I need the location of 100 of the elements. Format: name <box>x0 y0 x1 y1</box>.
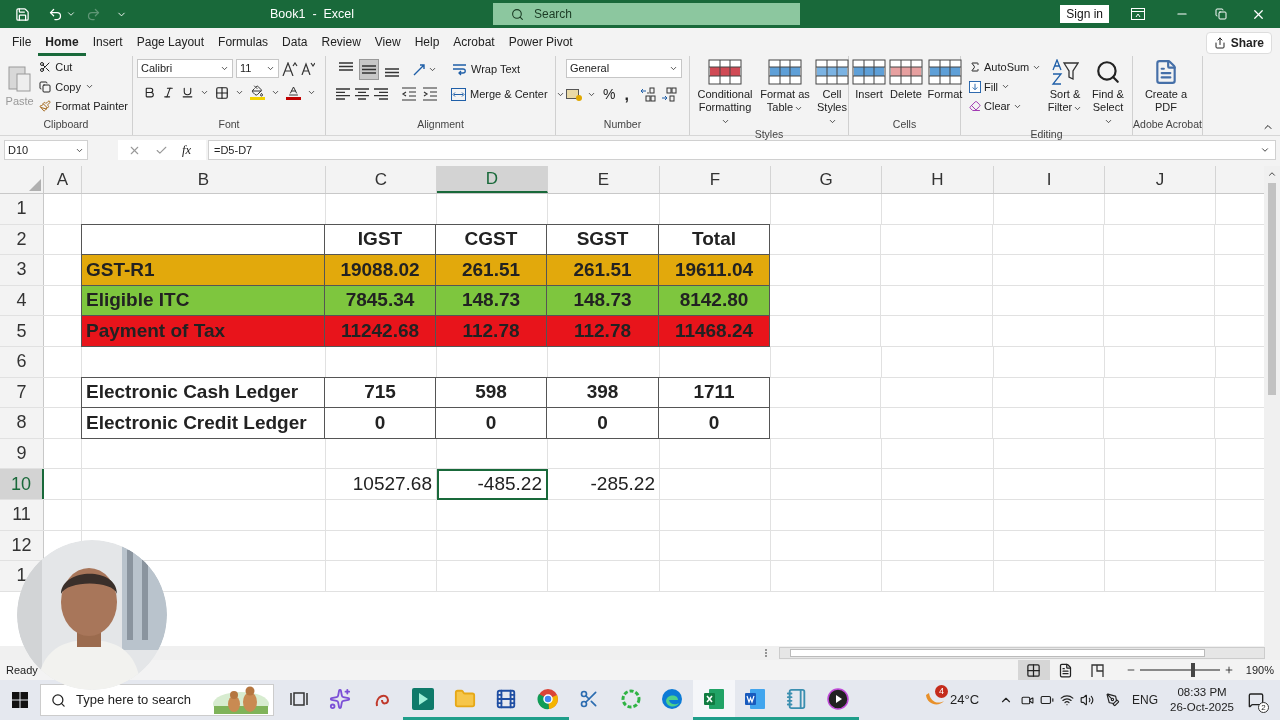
menu-tab[interactable]: Power Pivot <box>501 30 580 56</box>
fill-color-icon[interactable] <box>250 85 265 100</box>
menu-tab[interactable]: Data <box>275 30 315 56</box>
cell-styles-button[interactable]: Cell Styles <box>814 59 850 127</box>
column-header[interactable]: F <box>660 166 771 193</box>
ribbon-display-icon[interactable] <box>1131 8 1145 20</box>
menu-tab[interactable]: View <box>367 30 408 56</box>
underline-icon[interactable] <box>181 86 194 99</box>
wrap-text-button[interactable]: Wrap Text <box>452 61 521 78</box>
cut-button[interactable]: Cut <box>39 59 128 76</box>
row-header[interactable]: 1 <box>0 194 44 224</box>
align-center-icon[interactable] <box>355 88 369 101</box>
share-button[interactable]: Share <box>1205 32 1272 54</box>
delete-button[interactable]: Delete <box>889 59 923 101</box>
row-header[interactable]: 11 <box>0 499 44 530</box>
row-header[interactable]: 7 <box>0 377 44 408</box>
taskbar-search-field[interactable]: Type here to search <box>40 684 274 716</box>
battery-icon[interactable] <box>1040 693 1055 707</box>
percent-button[interactable]: % <box>601 84 618 105</box>
format-painter-button[interactable]: Format Painter <box>39 98 128 115</box>
search-field[interactable]: Search <box>493 3 800 25</box>
grow-font-icon[interactable] <box>282 61 298 76</box>
zoom-slider-thumb[interactable] <box>1190 663 1195 677</box>
insert-button[interactable]: Insert <box>853 59 885 101</box>
bold-icon[interactable] <box>143 86 156 99</box>
view-button[interactable] <box>1017 660 1050 680</box>
menu-tab[interactable]: Acrobat <box>446 30 502 56</box>
font-name-field[interactable]: Calibri <box>137 59 233 78</box>
volume-icon[interactable] <box>1080 693 1095 707</box>
align-left-icon[interactable] <box>336 88 350 101</box>
row-header[interactable]: 12 <box>0 530 44 561</box>
number-format-field[interactable]: General <box>566 59 682 78</box>
merge-center-button[interactable]: Merge & Center <box>451 86 565 103</box>
format-cells-icon <box>928 59 962 85</box>
wifi-icon[interactable] <box>1060 693 1075 707</box>
row-header[interactable]: 9 <box>0 438 44 469</box>
zoom-level[interactable]: 190% <box>1245 661 1274 679</box>
autosum-button[interactable]: AutoSum <box>969 59 1042 76</box>
find-select-button[interactable]: Find & Select <box>1088 59 1128 127</box>
align-right-icon[interactable] <box>374 88 388 101</box>
menu-tab[interactable]: File <box>5 30 39 56</box>
column-header[interactable]: I <box>994 166 1105 193</box>
fill-button[interactable]: Fill <box>969 78 1042 95</box>
font-size-field[interactable]: 11 <box>236 59 279 78</box>
pen-icon[interactable] <box>1106 693 1121 707</box>
row-header[interactable]: 2 <box>0 224 44 255</box>
menu-tab[interactable]: Review <box>314 30 368 56</box>
row-header[interactable]: 6 <box>0 346 44 377</box>
menu-tab[interactable]: Insert <box>85 30 130 56</box>
column-header[interactable]: H <box>882 166 994 193</box>
create-pdf-button[interactable]: Create a PDF <box>1137 59 1195 114</box>
start-icon[interactable] <box>12 692 28 708</box>
decrease-decimal-icon[interactable] <box>660 87 677 102</box>
row-header[interactable]: 8 <box>0 408 44 438</box>
name-box[interactable]: D10 <box>4 140 88 160</box>
copy-button[interactable]: Copy <box>39 78 128 95</box>
comma-button[interactable]: , <box>622 88 631 101</box>
accounting-icon[interactable] <box>566 88 582 101</box>
row-header[interactable]: 5 <box>0 316 44 346</box>
notifications-icon[interactable] <box>1248 692 1264 708</box>
formula-field[interactable]: =D5-D7 <box>208 140 1276 160</box>
sign-in-button[interactable]: Sign in <box>1060 5 1109 23</box>
clear-button[interactable]: Clear <box>969 98 1042 115</box>
increase-indent-icon[interactable] <box>422 87 438 102</box>
column-header[interactable]: D <box>437 166 548 193</box>
column-header[interactable]: G <box>771 166 882 193</box>
menu-tab[interactable]: Help <box>407 30 447 56</box>
column-header[interactable]: A <box>44 166 82 193</box>
column-header[interactable]: E <box>548 166 660 193</box>
menu-tab[interactable]: Formulas <box>211 30 276 56</box>
column-header[interactable]: J <box>1105 166 1216 193</box>
format-as-table-button[interactable]: Format as Table <box>760 59 810 114</box>
row-header[interactable]: 3 <box>0 255 44 285</box>
shrink-font-icon[interactable] <box>301 62 315 75</box>
decrease-indent-icon[interactable] <box>401 87 417 102</box>
zoom-in-icon[interactable] <box>1223 665 1234 675</box>
row-header[interactable]: 10 <box>0 469 44 499</box>
font-color-icon[interactable] <box>286 85 301 100</box>
language-indicator[interactable]: ENG <box>1132 691 1159 709</box>
split-handle-icon[interactable] <box>765 649 767 657</box>
undo-icon[interactable] <box>48 6 63 22</box>
sort-filter-button[interactable]: Sort & Filter <box>1046 59 1084 114</box>
vertical-align-button[interactable] <box>359 59 379 80</box>
format-button[interactable]: Format <box>927 59 963 101</box>
column-header[interactable]: B <box>82 166 326 193</box>
horizontal-scrollbar[interactable] <box>779 647 1265 659</box>
increase-decimal-icon[interactable] <box>639 87 656 102</box>
row-header[interactable]: 4 <box>0 285 44 316</box>
restore-icon[interactable] <box>1215 8 1227 20</box>
clock[interactable]: 08:33 PM 26-Oct-2025 <box>1170 685 1234 715</box>
weather-icon[interactable] <box>926 693 944 707</box>
italic-icon[interactable] <box>162 86 175 99</box>
save-icon[interactable] <box>15 6 30 22</box>
scrollbar-thumb[interactable] <box>1268 183 1276 395</box>
orientation-icon[interactable] <box>413 63 425 76</box>
borders-icon[interactable] <box>215 85 229 100</box>
temperature[interactable]: 24°C <box>950 690 980 710</box>
conditional-formatting-button[interactable]: Conditional Formatting <box>694 59 756 127</box>
menu-tab[interactable]: Page Layout <box>129 30 212 56</box>
insert-function-button[interactable]: fx <box>182 140 192 160</box>
